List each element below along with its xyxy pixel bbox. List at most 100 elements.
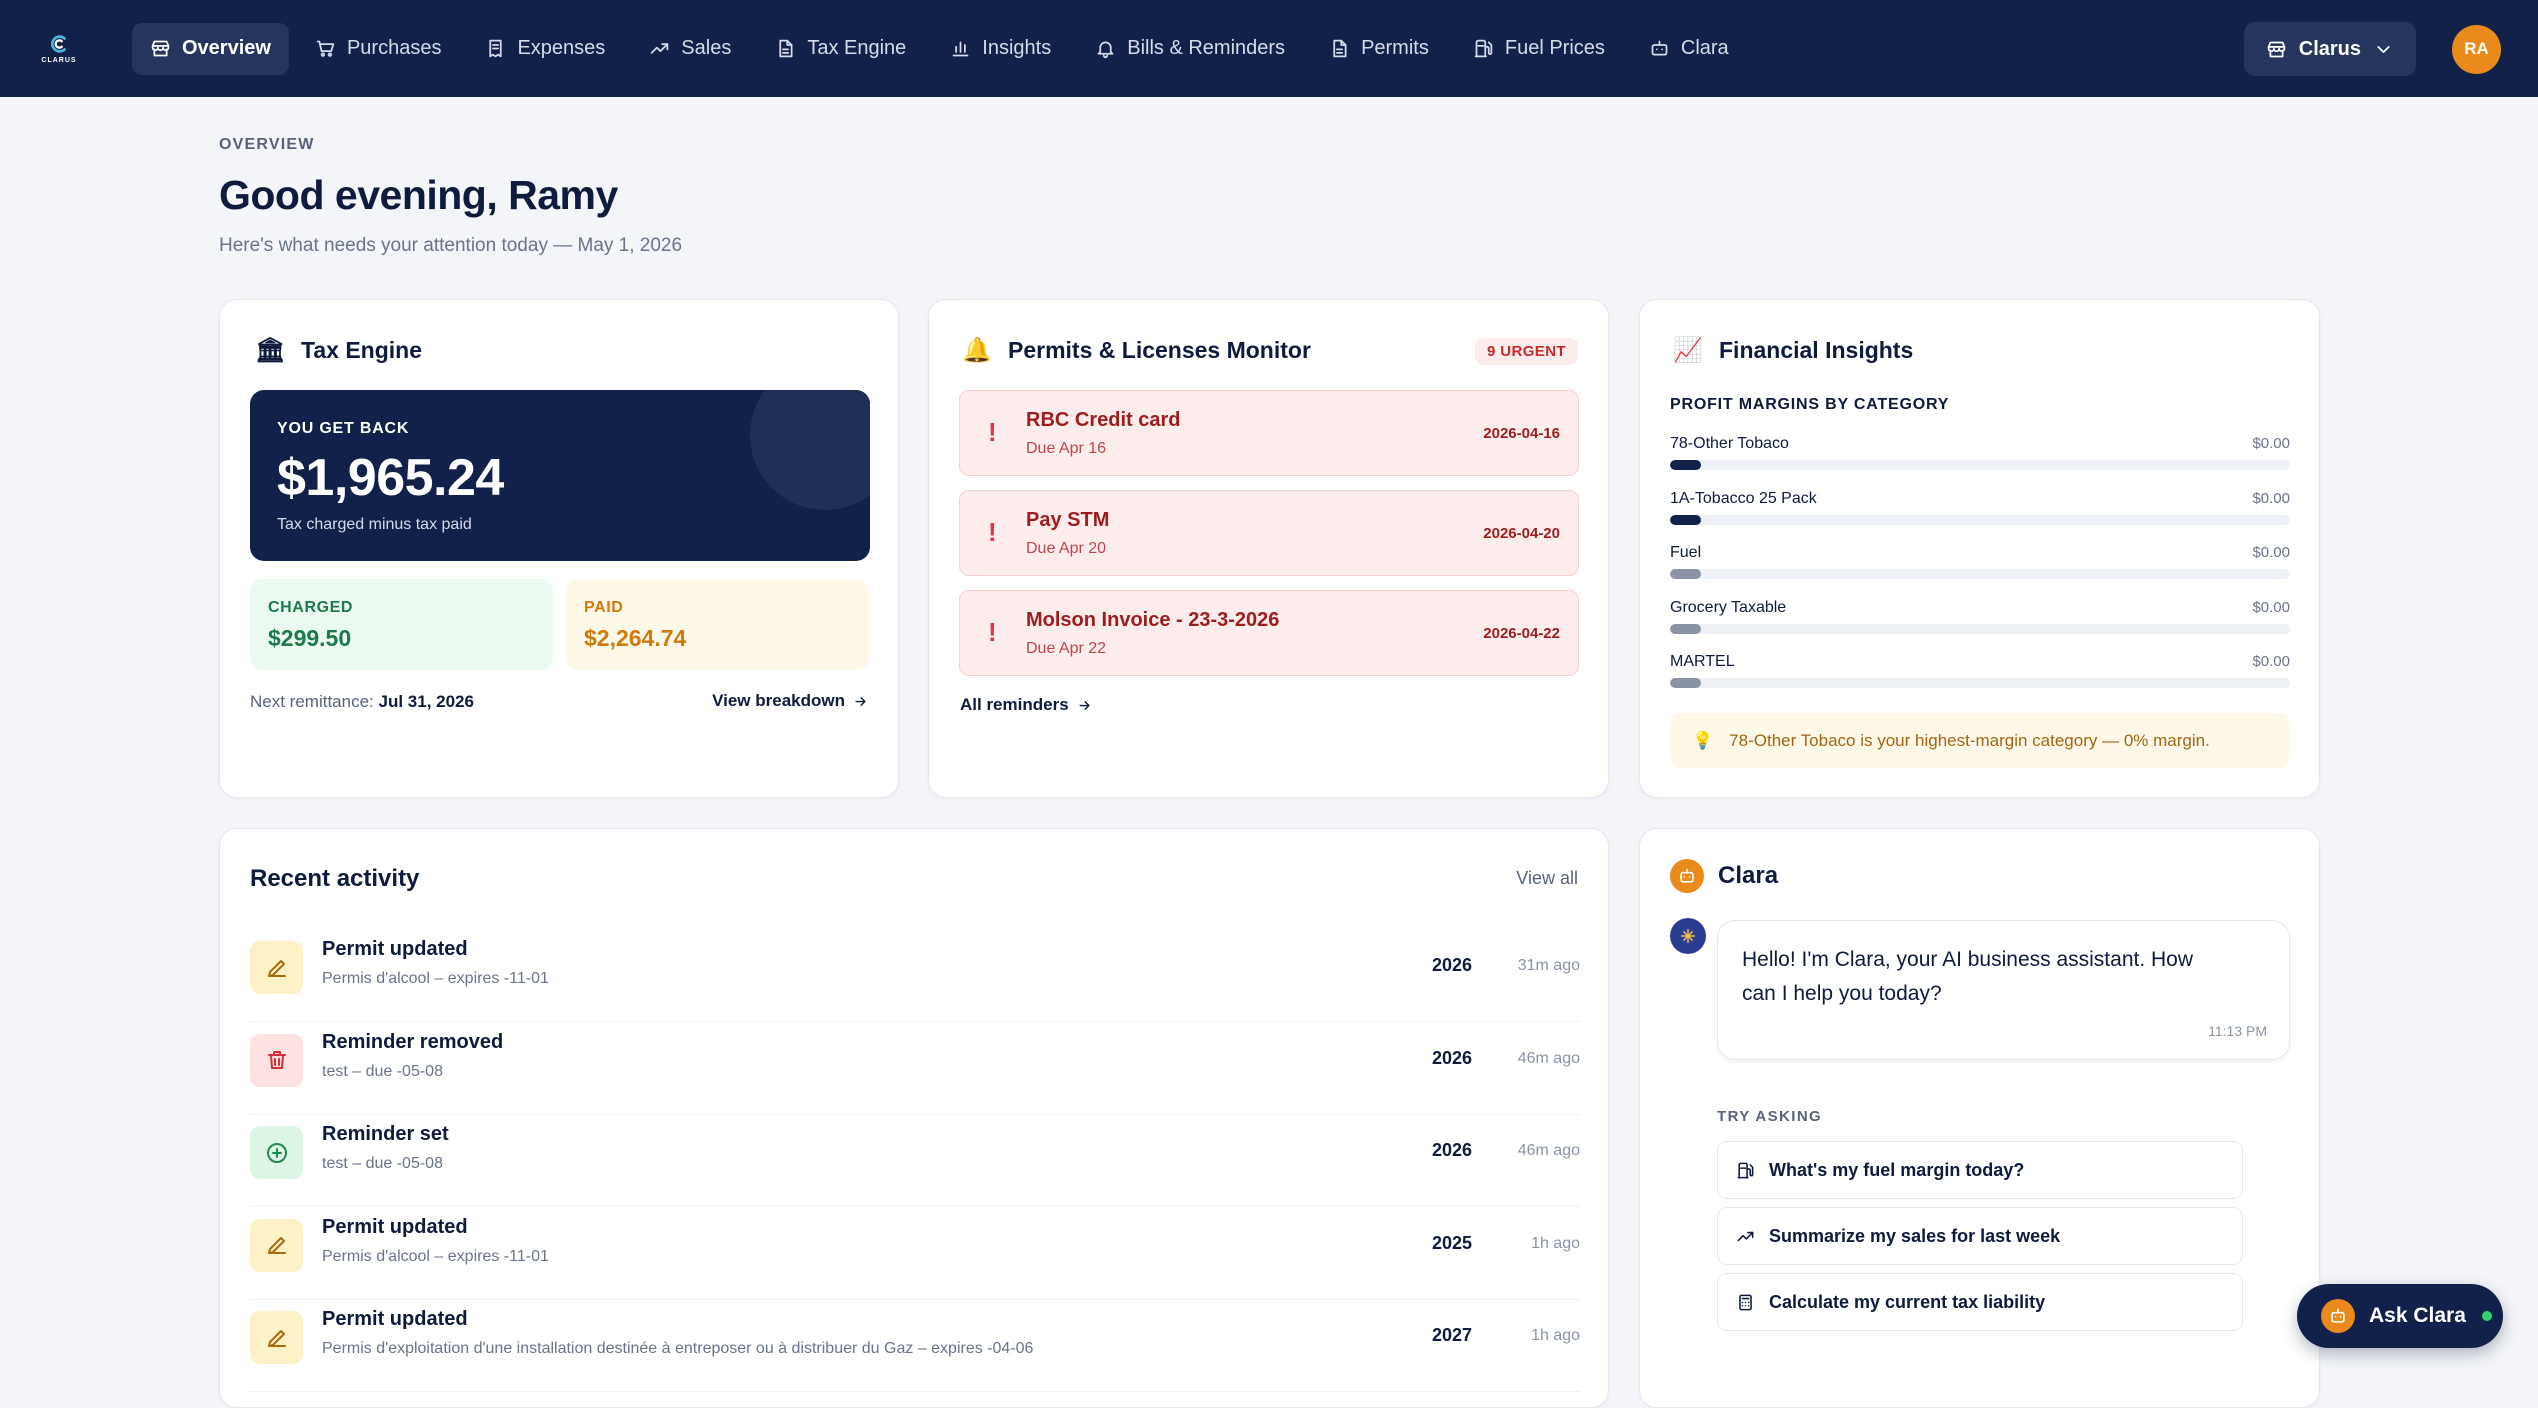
trash-icon (267, 1051, 286, 1069)
nav-item-bills-reminders[interactable]: Bills & Reminders (1077, 23, 1303, 75)
profit-margins-label: PROFIT MARGINS BY CATEGORY (1670, 396, 1950, 413)
margin-bar-track (1670, 460, 2290, 470)
activity-description: test – due -05-08 (322, 1155, 443, 1172)
urgent-badge: 9 URGENT (1474, 338, 1578, 365)
nav-item-insights[interactable]: Insights (932, 23, 1069, 75)
margin-bar-fill (1670, 514, 1701, 525)
store-selector[interactable]: Clarus (2243, 22, 2416, 76)
nav-items: Overview Purchases Expenses Sales Tax Engine… (132, 22, 1747, 75)
chevron-down-icon (2377, 45, 2390, 53)
bot-icon (2321, 1299, 2355, 1333)
clarus-logo-icon (51, 35, 66, 53)
nav-item-sales[interactable]: Sales (631, 23, 749, 75)
activity-time-ago: 46m ago (1517, 1142, 1580, 1159)
category-value: $0.00 (2252, 489, 2290, 507)
store-name: Clarus (2298, 37, 2361, 60)
pencil-icon (267, 959, 286, 977)
reminder-item[interactable]: ! RBC Credit card Due Apr 16 2026-04-16 (959, 390, 1579, 476)
nav-item-label: Clara (1680, 37, 1729, 59)
reminder-title: RBC Credit card (1026, 409, 1181, 431)
suggestion-chip[interactable]: Summarize my sales for last week (1717, 1207, 2243, 1265)
avatar[interactable]: RA (2452, 24, 2501, 74)
suggestion-chip[interactable]: What's my fuel margin today? (1717, 1141, 2243, 1199)
suggestion-chip[interactable]: Calculate my current tax liability (1717, 1273, 2243, 1331)
reminder-due: Due Apr 16 (1026, 440, 1107, 457)
message-time: 11:13 PM (2208, 1023, 2267, 1039)
activity-row[interactable]: Reminder removed test – due -05-08 2026 … (250, 1023, 1580, 1115)
category-name: Grocery Taxable (1670, 598, 1787, 616)
recent-activity-title: Recent activity (250, 865, 420, 892)
reminder-item[interactable]: ! Molson Invoice - 23-3-2026 Due Apr 22 … (959, 590, 1579, 676)
nav-right: Clarus RA (2243, 22, 2501, 76)
reminder-title: Molson Invoice - 23-3-2026 (1026, 609, 1280, 631)
view-breakdown-link[interactable]: View breakdown (712, 691, 868, 711)
margin-bar-track (1670, 569, 2290, 579)
tax-engine-title: 🏛 Tax Engine (255, 336, 422, 365)
nav-item-fuel-prices[interactable]: Fuel Prices (1455, 23, 1623, 75)
pencil-icon (267, 1329, 286, 1347)
activity-title: Permit updated (322, 938, 468, 960)
refund-panel: YOU GET BACK $1,965.24 Tax charged minus… (250, 390, 870, 561)
page-header: OVERVIEW Good evening, Ramy Here's what … (219, 136, 682, 257)
page-title: Good evening, Ramy (219, 172, 618, 218)
category-name: 78-Other Tobaco (1670, 435, 1789, 452)
bot-icon (1670, 859, 1704, 893)
store-icon (2267, 41, 2285, 57)
margin-bar-track (1670, 623, 2290, 634)
store-icon (151, 40, 170, 57)
page-subtitle: Here's what needs your attention today —… (219, 235, 683, 256)
activity-title: Permit updated (322, 1308, 468, 1330)
nav-item-purchases[interactable]: Purchases (297, 23, 460, 75)
activity-description: Permis d'exploitation d'une installation… (322, 1340, 1034, 1357)
category-value: $0.00 (2252, 435, 2290, 452)
category-value: $0.00 (2252, 653, 2290, 670)
brand-name: CLARUS (41, 57, 77, 64)
tax-charged-box: CHARGED $299.50 (250, 579, 553, 670)
alert-icon: ! (988, 617, 997, 647)
permits-title: 🔔 Permits & Licenses Monitor (962, 336, 1311, 365)
reminder-title: Pay STM (1026, 509, 1110, 531)
nav-item-expenses[interactable]: Expenses (467, 23, 623, 75)
profit-margin-row: Grocery Taxable $0.00 (1670, 599, 2290, 639)
top-nav: CLARUS Overview Purchases Expenses Sales Tax… (0, 0, 2538, 97)
activity-row[interactable]: Reminder set test – due -05-08 2026 46m … (250, 1115, 1580, 1207)
category-value: $0.00 (2252, 598, 2290, 616)
nav-item-clara[interactable]: Clara (1631, 23, 1747, 75)
nav-item-tax-engine[interactable]: Tax Engine (757, 23, 924, 75)
bar-chart-icon (952, 41, 969, 57)
clara-title: Clara (1670, 859, 1778, 893)
nav-item-label: Fuel Prices (1504, 37, 1605, 59)
view-breakdown-label: View breakdown (712, 691, 845, 710)
nav-item-permits[interactable]: Permits (1311, 23, 1447, 75)
document-icon (1333, 39, 1347, 58)
activity-row[interactable]: Permit updated Permis d'exploitation d'u… (250, 1300, 1580, 1392)
nav-item-overview[interactable]: Overview (132, 22, 289, 75)
insight-tip-text: 78-Other Tobaco is your highest-margin c… (1729, 730, 2210, 750)
activity-row[interactable]: Permit updated Permis d'alcool – expires… (250, 930, 1580, 1022)
refund-label: YOU GET BACK (277, 420, 410, 437)
category-name: 1A-Tobacco 25 Pack (1670, 489, 1817, 507)
clara-message: Hello! I'm Clara, your AI business assis… (1742, 948, 2194, 1005)
activity-row[interactable]: Permit updated Permis d'alcool – expires… (250, 1208, 1580, 1300)
clara-title-text: Clara (1718, 862, 1779, 889)
margin-bar-fill (1670, 623, 1701, 634)
financial-insights-card: 📈 Financial Insights PROFIT MARGINS BY C… (1639, 299, 2320, 798)
nav-item-label: Bills & Reminders (1127, 37, 1286, 59)
bot-icon (1651, 40, 1668, 56)
activity-year: 2026 (1431, 1047, 1472, 1068)
activity-type-badge (250, 941, 303, 994)
profit-margin-row: 78-Other Tobaco $0.00 (1670, 435, 2290, 475)
activity-year: 2027 (1431, 1325, 1472, 1345)
bank-icon: 🏛 (255, 337, 286, 364)
page-eyebrow: OVERVIEW (219, 136, 315, 153)
all-reminders-link[interactable]: All reminders (960, 695, 1092, 715)
activity-description: Permis d'alcool – expires -11-01 (322, 1247, 549, 1265)
view-all-link[interactable]: View all (1516, 868, 1578, 889)
reminder-item[interactable]: ! Pay STM Due Apr 20 2026-04-20 (959, 490, 1579, 576)
reminder-date: 2026-04-22 (1483, 625, 1560, 642)
ask-clara-button[interactable]: Ask Clara (2297, 1284, 2503, 1348)
nav-item-label: Tax Engine (807, 37, 907, 59)
suggestion-label: Summarize my sales for last week (1769, 1225, 2061, 1246)
pencil-icon (267, 1237, 286, 1254)
brand-logo[interactable]: CLARUS (39, 33, 79, 64)
